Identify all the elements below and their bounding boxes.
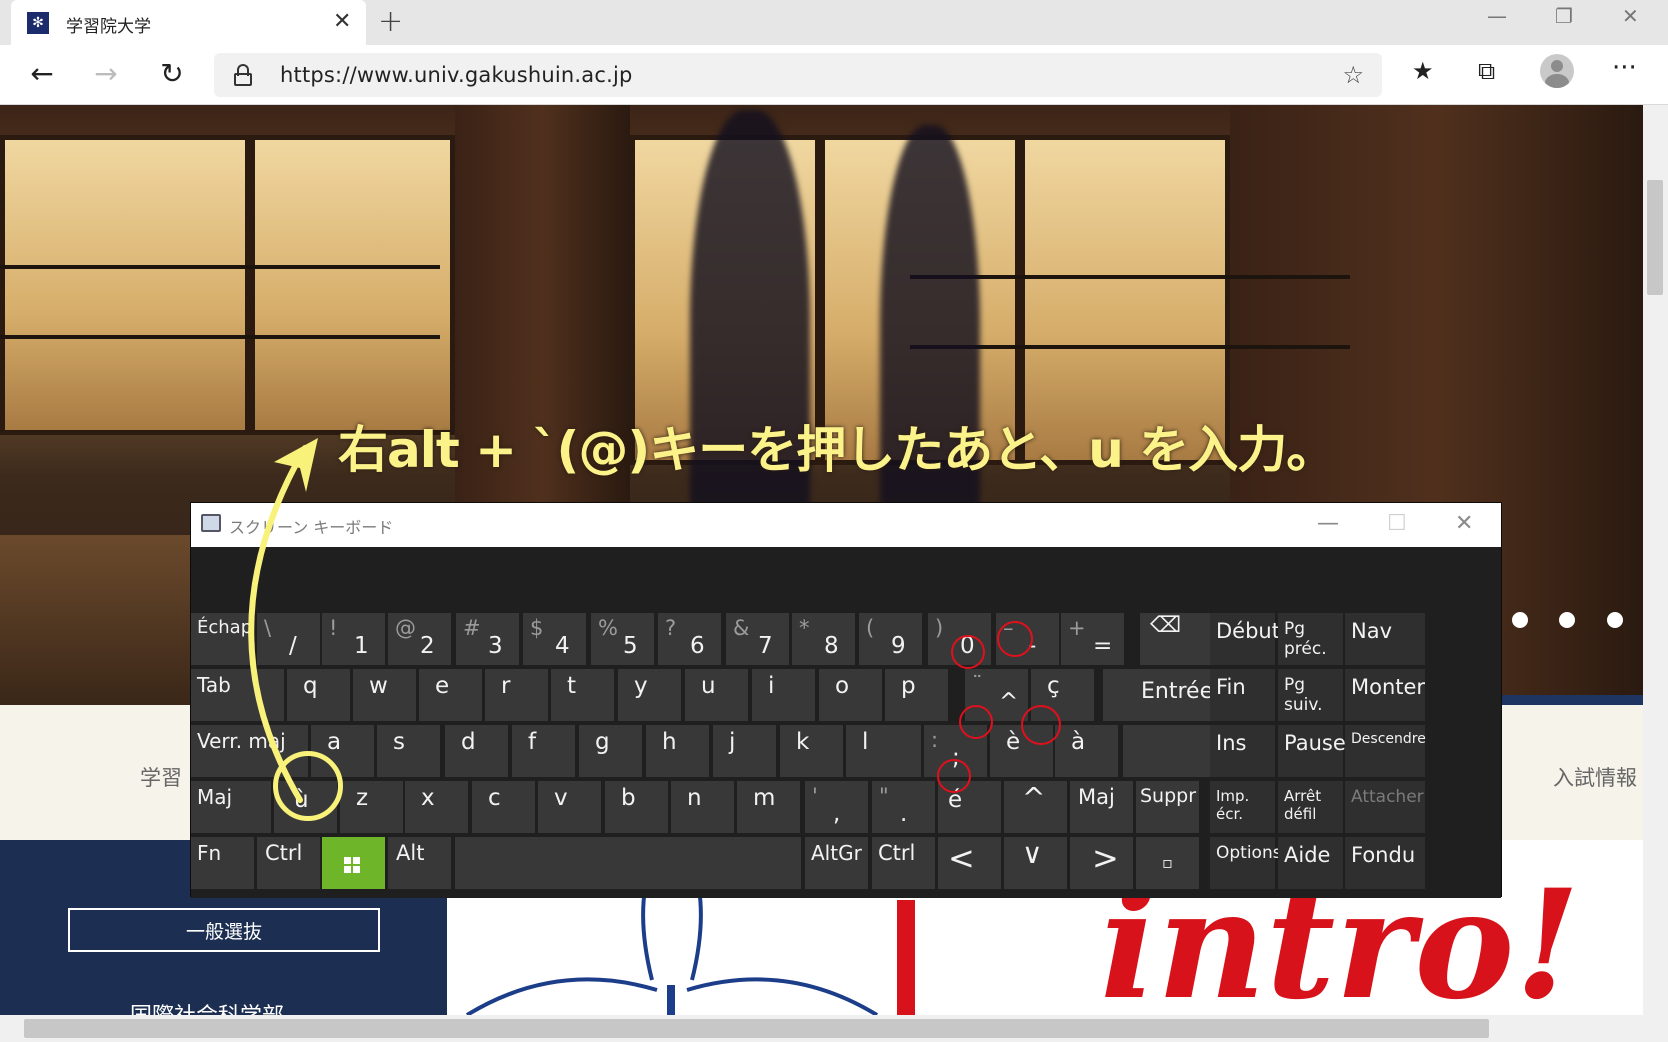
instruction-annotation: 右alt + `(@)キーを押したあと、u を入力。: [338, 421, 1336, 479]
annotation-arrow: [248, 438, 318, 803]
